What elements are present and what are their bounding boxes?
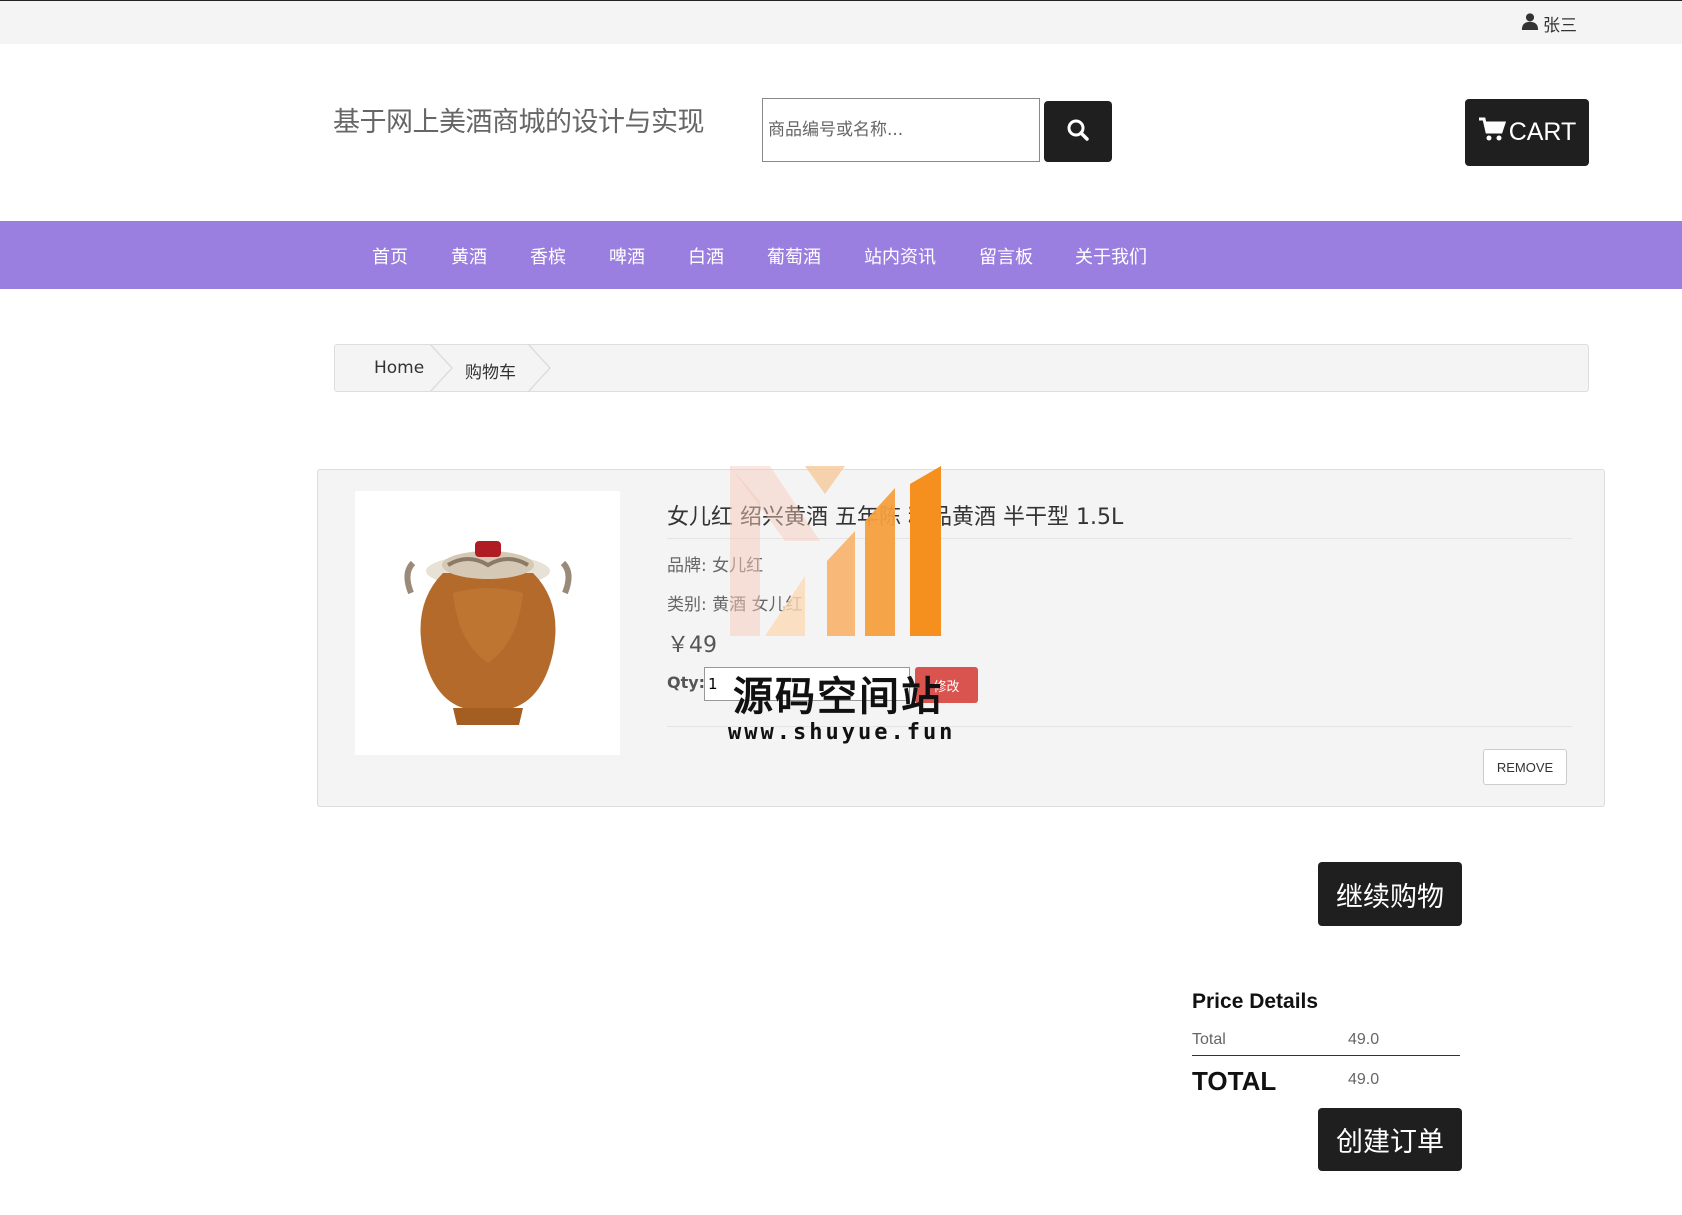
nav-item-home[interactable]: 首页 xyxy=(372,243,408,269)
total-label: Total xyxy=(1192,1031,1226,1048)
cart-item: 女儿红 绍兴黄酒 五年陈 精品黄酒 半干型 1.5L 品牌: 女儿红 类别: 黄… xyxy=(317,469,1605,807)
user-menu[interactable]: 张三 xyxy=(1521,11,1577,36)
breadcrumb-cart[interactable]: 购物车 xyxy=(465,358,516,383)
grand-total-label: TOTAL xyxy=(1192,1066,1277,1096)
username: 张三 xyxy=(1543,16,1577,36)
watermark-url: www.shuyue.fun xyxy=(728,720,956,745)
breadcrumb: Home 购物车 xyxy=(334,344,1589,392)
product-image[interactable] xyxy=(355,491,620,755)
cart-button[interactable]: CART xyxy=(1465,99,1589,166)
search-button[interactable] xyxy=(1044,101,1112,162)
top-bar: 张三 xyxy=(0,0,1682,44)
price-details-heading: Price Details xyxy=(1192,990,1319,1013)
cart-label: CART xyxy=(1508,118,1577,146)
product-category: 类别: 黄酒 女儿红 xyxy=(667,595,803,615)
breadcrumb-separator-icon xyxy=(528,344,552,392)
nav-item-about[interactable]: 关于我们 xyxy=(1075,243,1147,269)
grand-total-value: 49.0 xyxy=(1348,1071,1380,1088)
nav-item-huangjiu[interactable]: 黄酒 xyxy=(451,243,487,269)
search-icon xyxy=(1066,118,1090,146)
cart-icon xyxy=(1478,116,1506,149)
breadcrumb-home[interactable]: Home xyxy=(374,358,424,378)
nav-item-beer[interactable]: 啤酒 xyxy=(609,243,645,269)
nav-item-news[interactable]: 站内资讯 xyxy=(864,243,936,269)
create-order-button[interactable]: 创建订单 xyxy=(1318,1108,1462,1171)
continue-shopping-button[interactable]: 继续购物 xyxy=(1318,862,1462,926)
watermark-text: 源码空间站 xyxy=(733,674,943,720)
totals-divider xyxy=(1192,1055,1460,1056)
search-input[interactable] xyxy=(762,98,1040,162)
nav-item-baijiu[interactable]: 白酒 xyxy=(688,243,724,269)
nav-item-guestbook[interactable]: 留言板 xyxy=(979,243,1033,269)
product-brand: 品牌: 女儿红 xyxy=(667,556,764,576)
qty-label: Qty: xyxy=(667,673,706,692)
user-icon xyxy=(1521,12,1539,35)
remove-button[interactable]: REMOVE xyxy=(1483,749,1567,785)
nav-item-wine[interactable]: 葡萄酒 xyxy=(767,243,821,269)
main-nav: 首页 黄酒 香槟 啤酒 白酒 葡萄酒 站内资讯 留言板 关于我们 xyxy=(0,221,1682,289)
site-title[interactable]: 基于网上美酒商城的设计与实现 xyxy=(333,100,705,139)
breadcrumb-separator-icon xyxy=(430,344,454,392)
product-title[interactable]: 女儿红 绍兴黄酒 五年陈 精品黄酒 半干型 1.5L xyxy=(667,499,1123,531)
product-price: ￥49 xyxy=(667,633,717,658)
divider xyxy=(667,538,1572,539)
nav-item-champagne[interactable]: 香槟 xyxy=(530,243,566,269)
total-value: 49.0 xyxy=(1348,1031,1380,1048)
